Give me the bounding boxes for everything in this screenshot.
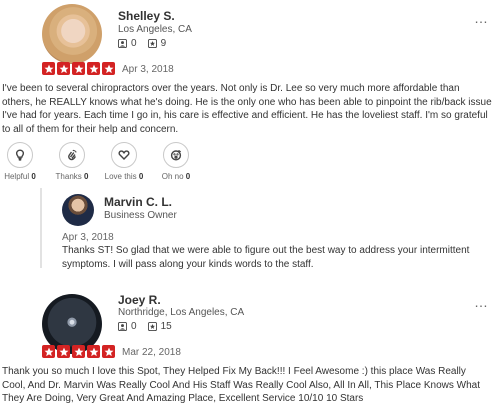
reviewer-name[interactable]: Shelley S. (118, 9, 175, 23)
reaction-helpful[interactable]: Helpful 0 (0, 142, 40, 181)
review-text: I've been to several chiropractors over … (2, 83, 492, 135)
reviews-count-icon (147, 39, 157, 48)
reaction-thanks[interactable]: Thanks 0 (52, 142, 92, 181)
reply-date: Apr 3, 2018 (62, 232, 114, 243)
owner-name[interactable]: Marvin C. L. (104, 195, 172, 209)
reaction-count: 0 (84, 172, 89, 181)
reaction-count: 0 (31, 172, 36, 181)
reaction-label: Thanks (55, 172, 82, 181)
friends-icon (118, 322, 127, 331)
reaction-bar: Helpful 0 Thanks 0 Love this 0 Oh no 0 (0, 142, 196, 181)
reaction-label: Love this (104, 172, 137, 181)
review-text: Thank you so much I love this Spot, They… (2, 366, 480, 404)
star-icon (57, 62, 70, 75)
surprised-face-icon[interactable] (163, 142, 189, 168)
reaction-count: 0 (138, 172, 144, 181)
owner-role: Business Owner (104, 210, 177, 221)
reaction-count: 0 (185, 172, 191, 181)
friends-count: 0 (131, 321, 137, 332)
star-icon (57, 345, 70, 358)
star-icon (42, 62, 55, 75)
reply-text: Thanks ST! So glad that we were able to … (62, 245, 470, 270)
star-icon (102, 62, 115, 75)
review-date: Apr 3, 2018 (122, 64, 174, 75)
friends-icon (118, 39, 127, 48)
reviewer-name[interactable]: Joey R. (118, 293, 161, 307)
reviewer-stats: 0 9 (118, 38, 166, 49)
clapping-hands-icon[interactable] (59, 142, 85, 168)
reviews-count: 9 (160, 38, 167, 49)
reviews-count-icon (147, 322, 157, 331)
reaction-label: Oh no (161, 172, 184, 181)
star-rating (42, 62, 115, 75)
review-date: Mar 22, 2018 (122, 347, 181, 358)
star-rating (42, 345, 115, 358)
reviewer-location: Los Angeles, CA (118, 24, 192, 35)
reaction-love-this[interactable]: Love this 0 (104, 142, 144, 181)
owner-reply-divider (40, 188, 44, 268)
reviewer-stats: 0 15 (118, 321, 172, 332)
more-options-icon[interactable]: … (474, 10, 489, 26)
star-icon (102, 345, 115, 358)
star-icon (87, 62, 100, 75)
friends-count: 0 (131, 38, 137, 49)
reviews-count: 15 (160, 321, 172, 332)
star-icon (72, 345, 85, 358)
reviewer-location: Northridge, Los Angeles, CA (118, 307, 245, 318)
lightbulb-icon[interactable] (7, 142, 33, 168)
more-options-icon[interactable]: … (474, 294, 489, 310)
star-icon (42, 345, 55, 358)
reaction-oh-no[interactable]: Oh no 0 (156, 142, 196, 181)
reviewer-avatar[interactable] (42, 4, 102, 64)
star-icon (72, 62, 85, 75)
heart-icon[interactable] (111, 142, 137, 168)
owner-avatar[interactable] (62, 194, 94, 226)
star-icon (87, 345, 100, 358)
reaction-label: Helpful (4, 172, 30, 181)
